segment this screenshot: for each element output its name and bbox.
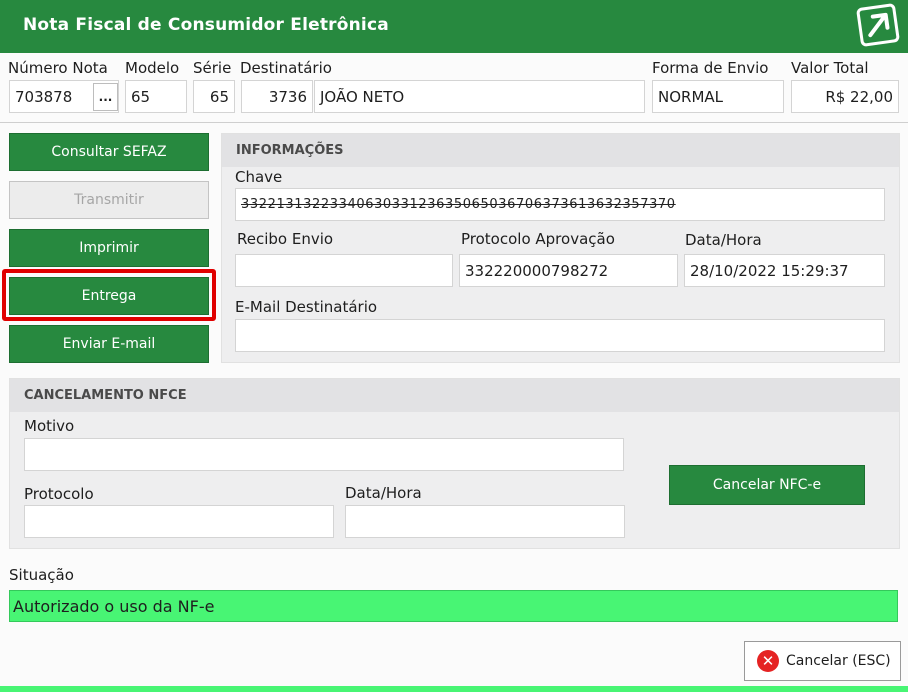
chave-value: 3322131322334063033123635065036706373613…	[241, 197, 676, 212]
cancelar-esc-button[interactable]: ✕ Cancelar (ESC)	[744, 641, 901, 681]
email-destinatario-label: E-Mail Destinatário	[235, 298, 378, 316]
cancelar-nfce-label: Cancelar NFC-e	[712, 477, 822, 493]
informacoes-heading: INFORMAÇÕES	[222, 134, 899, 167]
imprimir-button[interactable]: Imprimir	[9, 229, 209, 267]
recibo-envio-field[interactable]	[235, 254, 453, 287]
numero-nota-lookup-button[interactable]: ...	[93, 83, 118, 111]
forma-envio-field[interactable]: NORMAL	[652, 80, 784, 113]
cancelar-nfce-button[interactable]: Cancelar NFC-e	[669, 465, 865, 505]
valor-total-value: R$ 22,00	[825, 87, 893, 106]
destinatario-name-value: JOÃO NETO	[320, 87, 405, 106]
motivo-field[interactable]	[24, 438, 624, 471]
window-title: Nota Fiscal de Consumidor Eletrônica	[23, 15, 389, 35]
datahora-value: 28/10/2022 15:29:37	[690, 261, 849, 280]
enviar-email-button[interactable]: Enviar E-mail	[9, 325, 209, 363]
serie-field[interactable]: 65	[193, 80, 235, 113]
header-separator	[0, 122, 908, 123]
modelo-value: 65	[131, 87, 151, 106]
modelo-label: Modelo	[125, 59, 180, 77]
datahora-field[interactable]: 28/10/2022 15:29:37	[684, 254, 885, 287]
imprimir-label: Imprimir	[79, 240, 139, 256]
destinatario-label: Destinatário	[240, 59, 332, 77]
protocolo-aprovacao-field[interactable]: 332220000798272	[459, 254, 678, 287]
consultar-sefaz-button[interactable]: Consultar SEFAZ	[9, 133, 209, 171]
cancel-protocolo-label: Protocolo	[24, 485, 94, 503]
situacao-value: Autorizado o uso da NF-e	[13, 596, 215, 616]
chave-label: Chave	[235, 168, 283, 186]
serie-label: Série	[193, 59, 232, 77]
situacao-status-field: Autorizado o uso da NF-e	[9, 590, 898, 622]
motivo-label: Motivo	[24, 417, 75, 435]
email-destinatario-field[interactable]	[235, 319, 885, 352]
modelo-field[interactable]: 65	[125, 80, 187, 113]
consultar-sefaz-label: Consultar SEFAZ	[51, 144, 167, 160]
numero-nota-value: 703878	[15, 87, 73, 106]
chave-field[interactable]: 3322131322334063033123635065036706373613…	[235, 188, 885, 221]
cancel-datahora-label: Data/Hora	[345, 484, 422, 502]
entrega-highlight-outline	[2, 269, 216, 321]
transmitir-label: Transmitir	[74, 192, 144, 208]
forma-envio-value: NORMAL	[658, 87, 724, 106]
destinatario-code-field[interactable]: 3736	[241, 80, 313, 113]
close-circle-icon: ✕	[757, 650, 779, 672]
external-link-arrow-icon	[856, 3, 900, 47]
recibo-envio-label: Recibo Envio	[237, 230, 334, 248]
protocolo-aprovacao-value: 332220000798272	[465, 261, 609, 280]
destinatario-name-field[interactable]: JOÃO NETO	[314, 80, 645, 113]
cancelar-esc-label: Cancelar (ESC)	[786, 653, 891, 669]
destinatario-code-value: 3736	[268, 87, 307, 106]
enviar-email-label: Enviar E-mail	[62, 336, 156, 352]
cancelamento-heading: CANCELAMENTO NFCE	[10, 379, 899, 412]
bottom-status-bar	[0, 686, 908, 692]
numero-nota-label: Número Nota	[8, 59, 108, 77]
title-bar: Nota Fiscal de Consumidor Eletrônica	[0, 0, 908, 53]
protocolo-aprovacao-label: Protocolo Aprovação	[461, 230, 615, 248]
situacao-label: Situação	[9, 566, 74, 584]
valor-total-field[interactable]: R$ 22,00	[791, 80, 899, 113]
cancel-protocolo-field[interactable]	[24, 505, 334, 538]
valor-total-label: Valor Total	[791, 59, 869, 77]
cancel-datahora-field[interactable]	[345, 505, 625, 538]
serie-value: 65	[209, 87, 229, 106]
forma-envio-label: Forma de Envio	[652, 59, 769, 77]
datahora-label: Data/Hora	[685, 231, 762, 249]
transmitir-button[interactable]: Transmitir	[9, 181, 209, 219]
